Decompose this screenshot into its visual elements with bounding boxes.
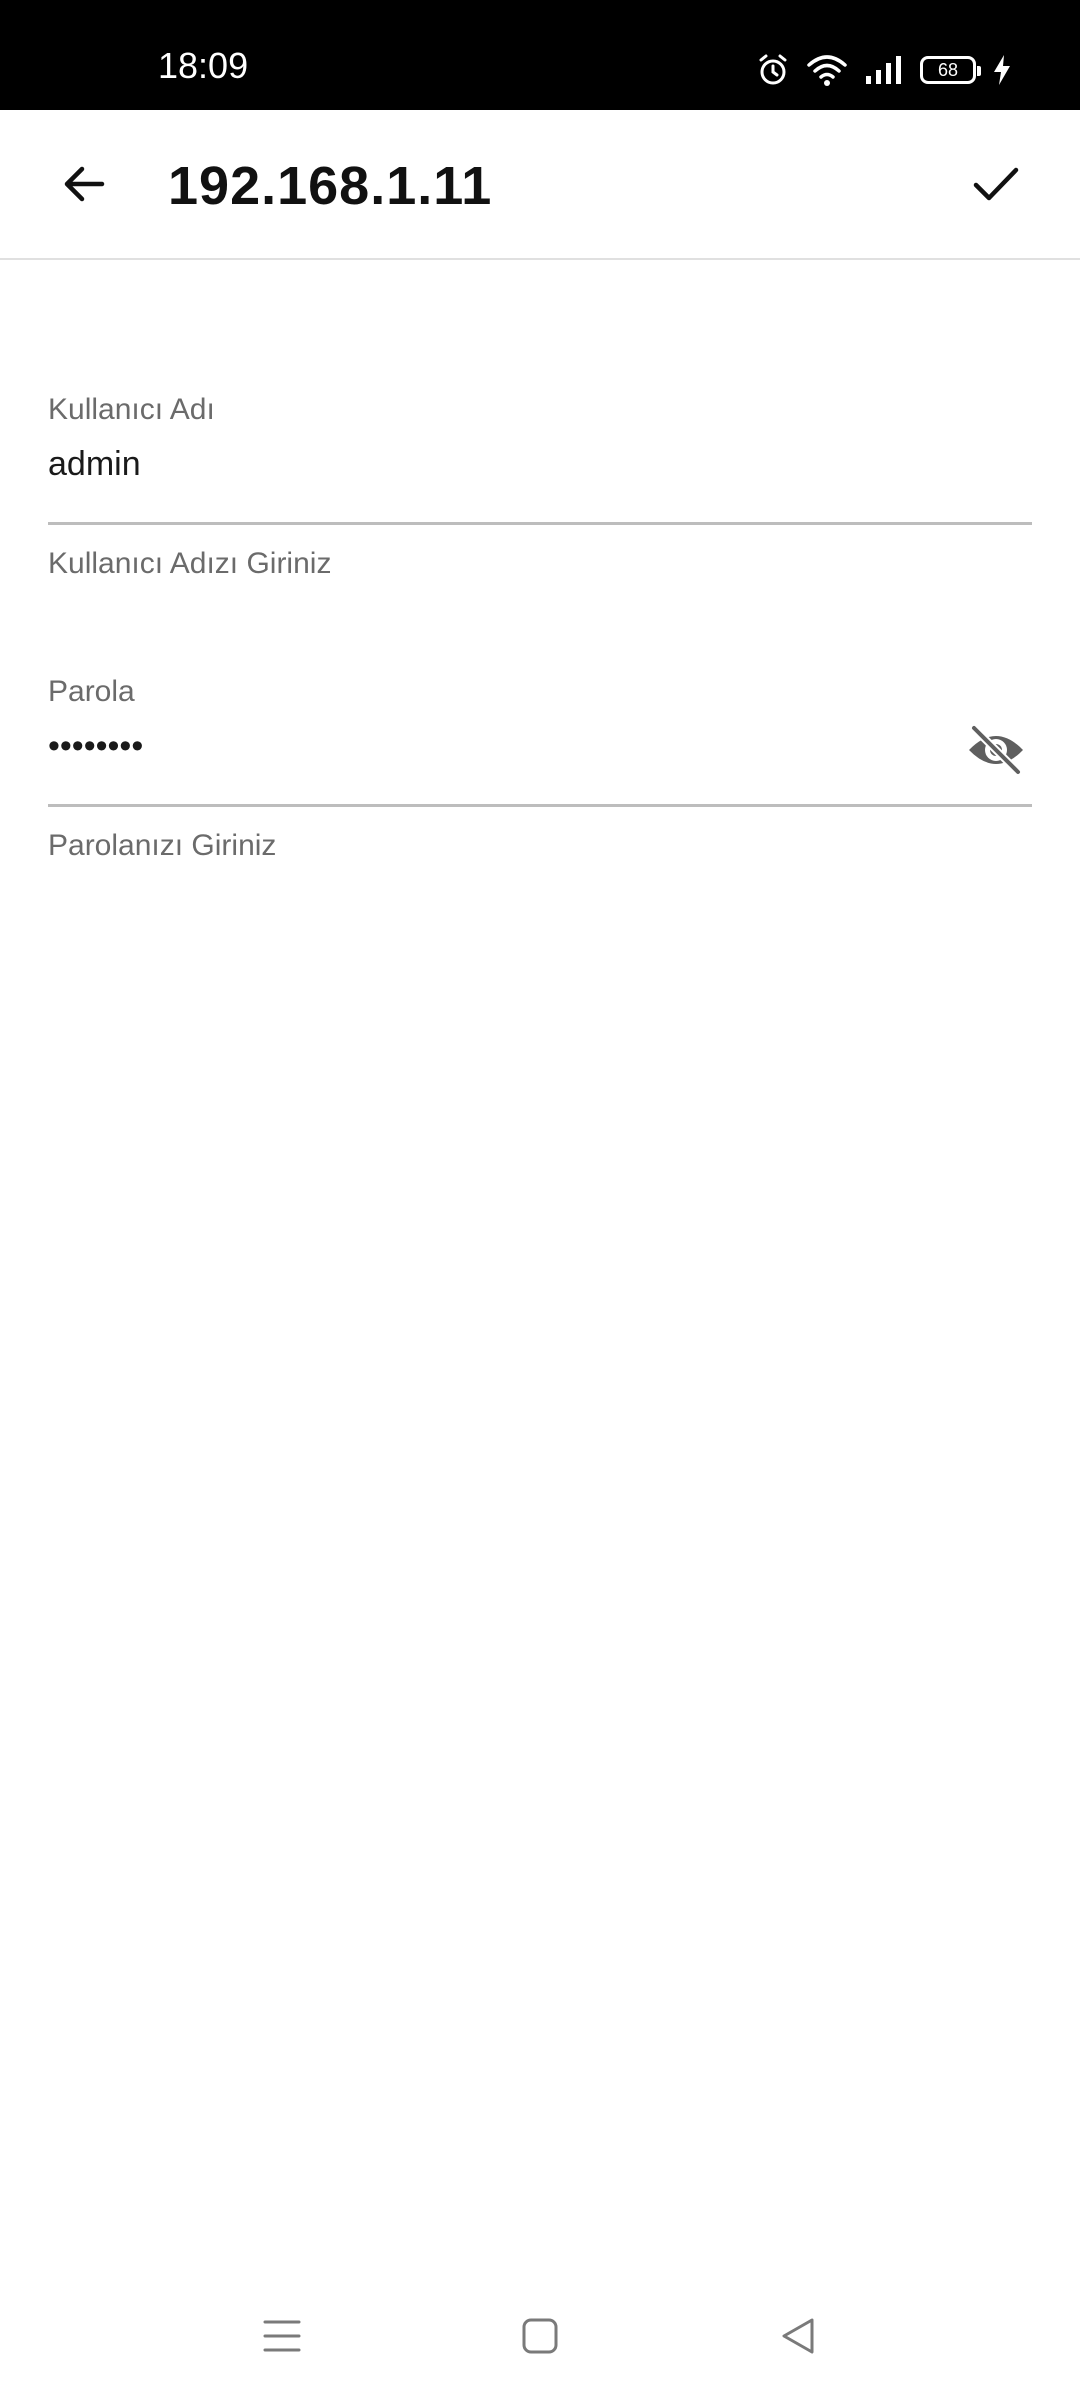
username-helper-text: Kullanıcı Adızı Giriniz bbox=[48, 547, 332, 580]
username-underline bbox=[48, 522, 1032, 525]
signal-icon bbox=[864, 54, 904, 86]
arrow-back-icon bbox=[60, 160, 108, 213]
recent-apps-button[interactable] bbox=[252, 2308, 312, 2368]
alarm-icon bbox=[756, 53, 790, 87]
check-icon bbox=[970, 158, 1022, 215]
charging-icon bbox=[992, 54, 1012, 86]
system-navigation-bar bbox=[0, 2270, 1080, 2400]
username-label: Kullanıcı Adı bbox=[48, 393, 215, 426]
password-field: Parola Parolanızı Giriniz bbox=[48, 674, 1032, 874]
home-icon bbox=[520, 2316, 560, 2361]
app-bar: 192.168.1.11 bbox=[0, 110, 1080, 260]
battery-icon: 68 bbox=[920, 56, 981, 84]
status-bar: 18:09 68 bbox=[0, 0, 1080, 110]
system-back-button[interactable] bbox=[768, 2308, 828, 2368]
status-time: 18:09 bbox=[158, 45, 249, 86]
status-icons: 68 bbox=[756, 50, 1012, 90]
back-triangle-icon bbox=[778, 2316, 818, 2361]
password-input[interactable] bbox=[48, 718, 928, 774]
eye-off-icon bbox=[966, 723, 1026, 781]
confirm-button[interactable] bbox=[960, 150, 1032, 222]
wifi-icon bbox=[806, 53, 848, 87]
username-field: Kullanıcı Adı Kullanıcı Adızı Giriniz bbox=[48, 392, 1032, 592]
password-helper-text: Parolanızı Giriniz bbox=[48, 829, 277, 862]
page-title: 192.168.1.11 bbox=[168, 156, 493, 216]
menu-icon bbox=[262, 2316, 302, 2361]
home-button[interactable] bbox=[510, 2308, 570, 2368]
password-label: Parola bbox=[48, 675, 135, 708]
back-button[interactable] bbox=[48, 150, 120, 222]
username-input[interactable] bbox=[48, 436, 928, 492]
battery-level: 68 bbox=[937, 59, 959, 80]
password-underline bbox=[48, 804, 1032, 807]
password-visibility-toggle[interactable] bbox=[960, 720, 1032, 784]
